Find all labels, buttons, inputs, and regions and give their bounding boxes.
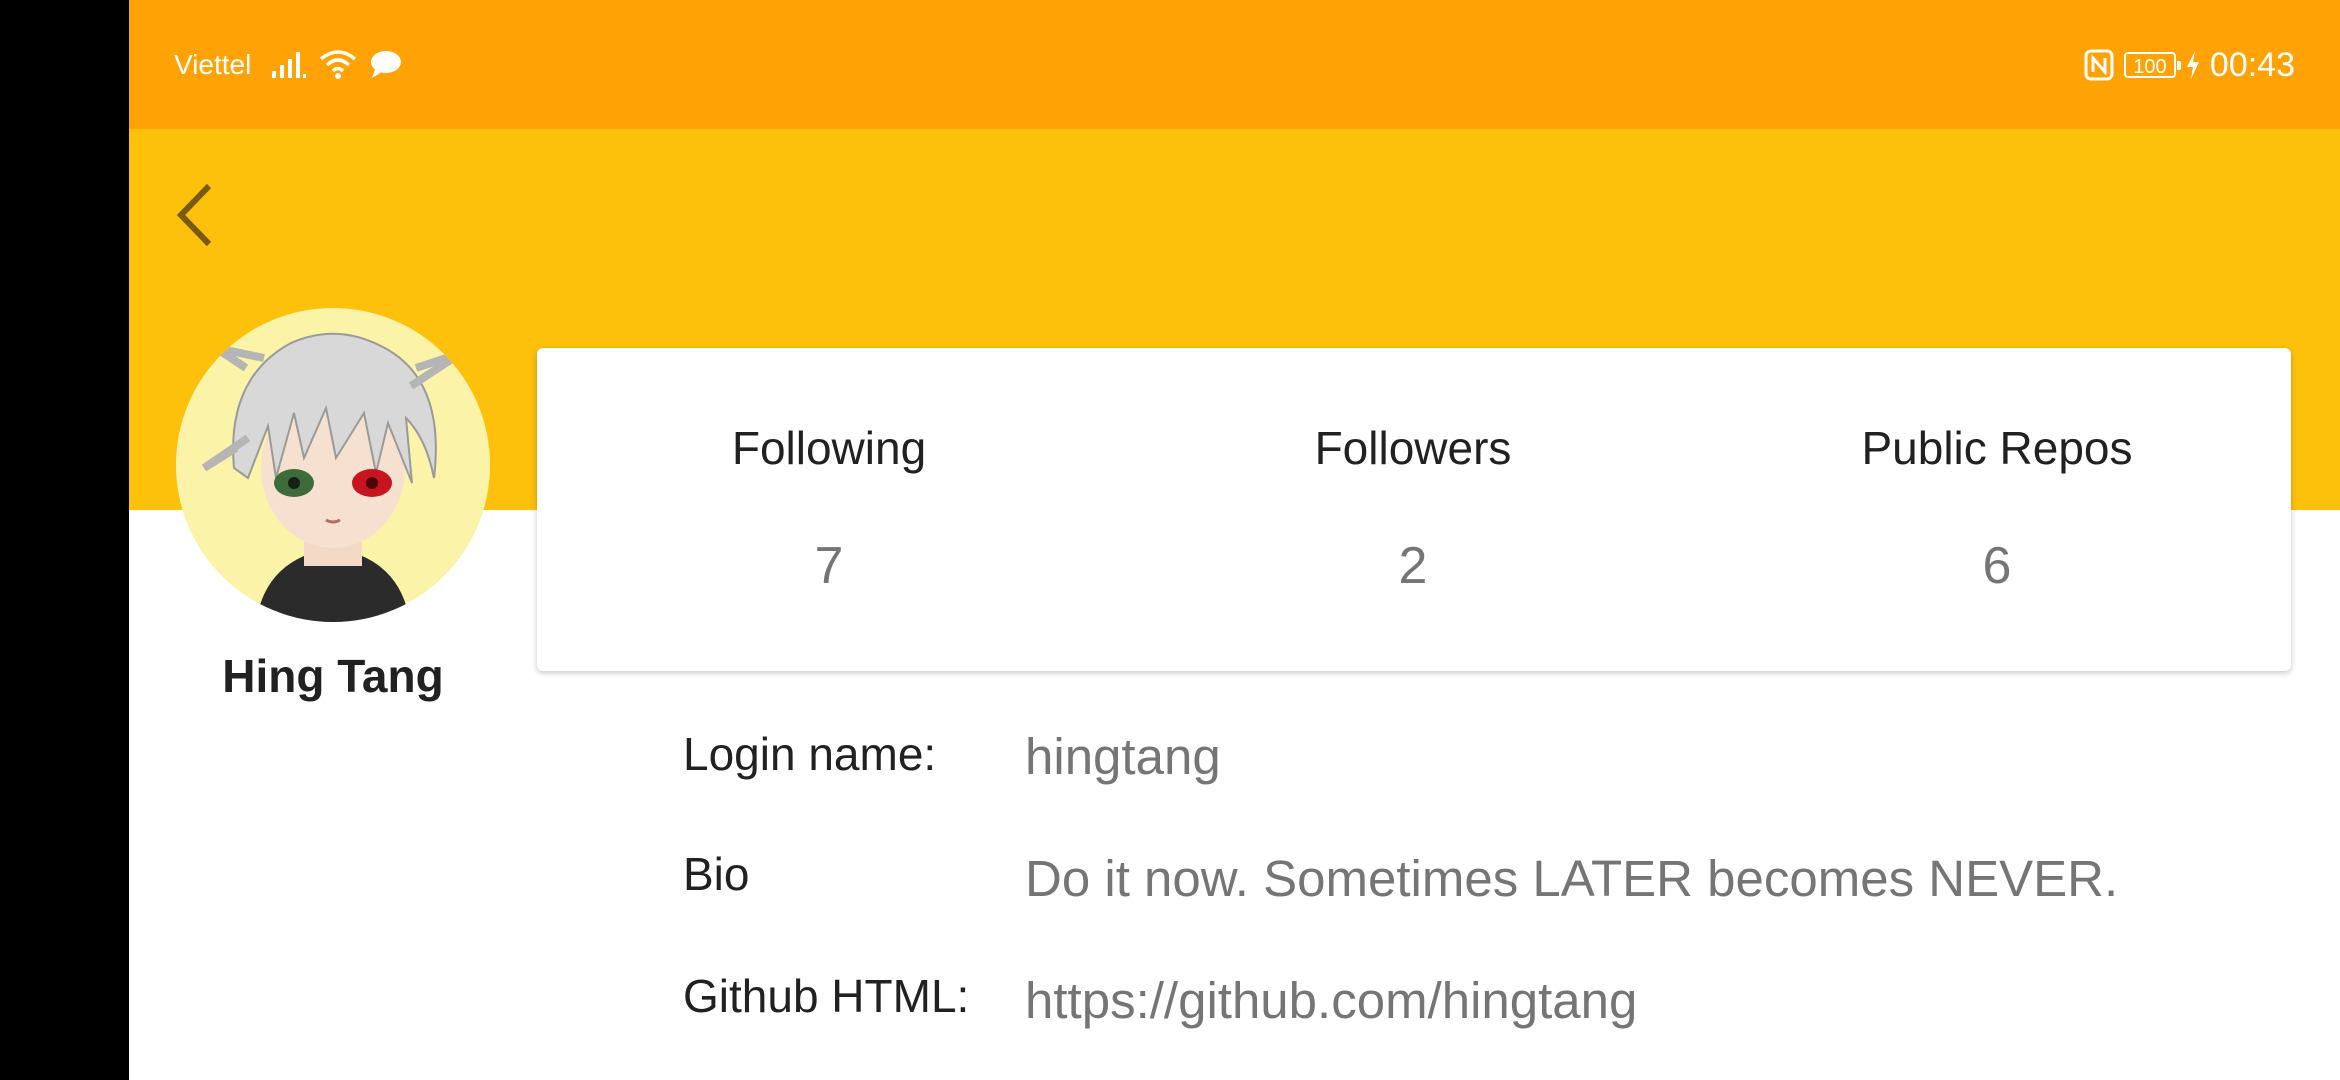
login-name-label: Login name: <box>683 728 937 780</box>
left-black-bar <box>0 0 129 1080</box>
public-repos-stat[interactable]: Public Repos 6 <box>1705 348 2289 671</box>
wifi-icon <box>319 50 357 79</box>
following-label: Following <box>731 422 927 474</box>
github-label: Github HTML: <box>683 970 970 1022</box>
battery-icon: 100 <box>2123 52 2181 78</box>
following-count: 7 <box>814 537 844 595</box>
followers-label: Followers <box>1314 422 1512 474</box>
bio-value: Do it now. Sometimes LATER becomes NEVER… <box>1025 850 2119 907</box>
clock-time: 00:43 <box>2209 46 2295 84</box>
nfc-icon <box>2084 49 2114 81</box>
chevron-left-icon <box>176 183 212 247</box>
signal-icon <box>272 52 306 78</box>
status-bar: Viettel 100 00:43 <box>129 0 2340 129</box>
back-button[interactable] <box>155 175 235 255</box>
public-repos-count: 6 <box>1982 537 2012 595</box>
github-url-link[interactable]: https://github.com/hingtang <box>1025 970 1637 1032</box>
charging-icon <box>2186 51 2199 79</box>
avatar <box>176 308 490 622</box>
following-stat[interactable]: Following 7 <box>537 348 1121 671</box>
carrier-name: Viettel <box>174 49 252 80</box>
battery-level: 100 <box>2133 56 2167 78</box>
profile-name: Hing Tang <box>222 650 444 702</box>
login-name-value: hingtang <box>1025 728 1221 785</box>
public-repos-label: Public Repos <box>1861 422 2133 474</box>
bio-label: Bio <box>683 848 750 900</box>
avatar-illustration <box>176 308 490 622</box>
followers-count: 2 <box>1398 537 1428 595</box>
stats-card: Following 7 Followers 2 Public Repos 6 <box>537 348 2291 671</box>
message-icon <box>371 51 401 78</box>
followers-stat[interactable]: Followers 2 <box>1121 348 1705 671</box>
